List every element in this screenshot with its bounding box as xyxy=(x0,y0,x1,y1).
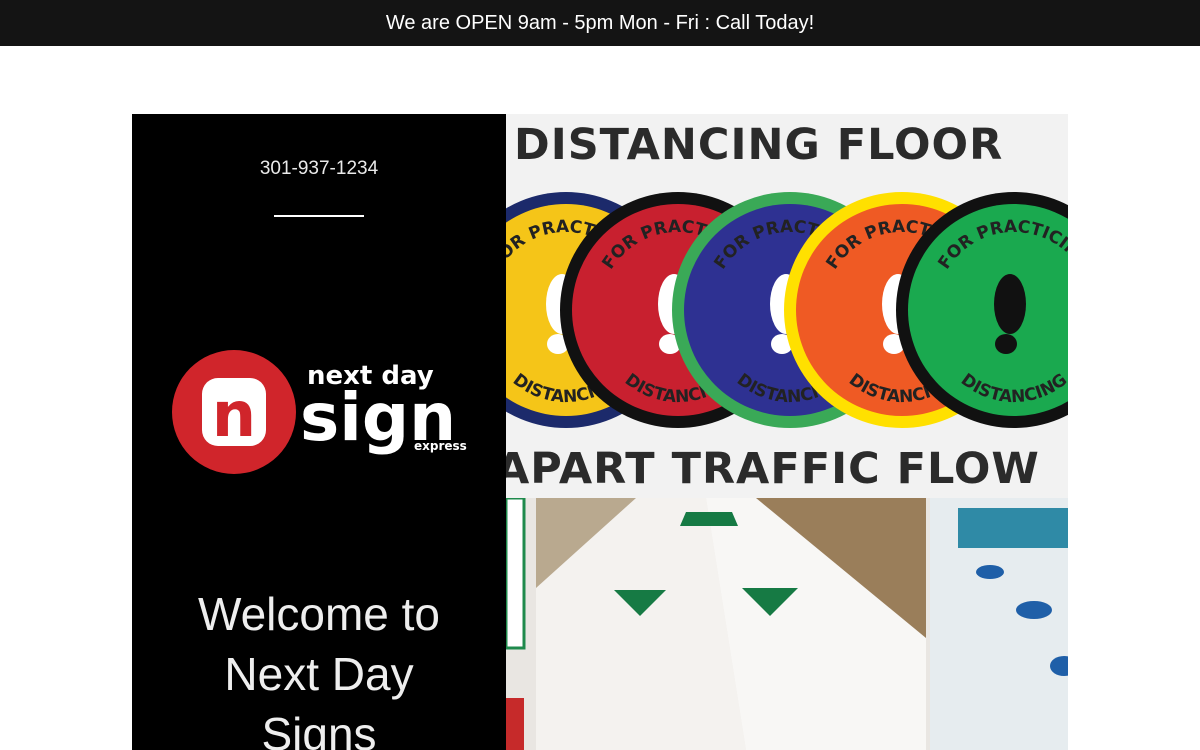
next-day-sign-logo[interactable]: n next day sign express xyxy=(172,348,472,476)
announcement-bar: We are OPEN 9am - 5pm Mon - Fri : Call T… xyxy=(0,0,1200,46)
divider xyxy=(274,215,364,217)
announcement-text: We are OPEN 9am - 5pm Mon - Fri : Call T… xyxy=(385,11,815,34)
image-headline-top: DISTANCING FLOOR xyxy=(514,120,1004,170)
welcome-line-3: Signs xyxy=(261,708,377,750)
store-aisle-photo xyxy=(506,498,1068,750)
logo-line3: express xyxy=(414,439,467,453)
logo-icon-letter: n xyxy=(212,378,256,451)
welcome-line-2: Next Day xyxy=(224,648,414,700)
phone-number-link[interactable]: 301-937-1234 xyxy=(132,158,506,180)
hero-image: DISTANCING FLOOR FOR PRACTICINGDISTANCIN… xyxy=(506,114,1068,750)
hero-left-panel: 301-937-1234 n next day sign express Wel… xyxy=(132,114,506,750)
image-headline-mid: APART TRAFFIC FLOW xyxy=(506,444,1040,494)
welcome-line-1: Welcome to xyxy=(197,588,441,640)
footprint-icon xyxy=(994,274,1026,334)
welcome-heading: Welcome to Next Day Signs xyxy=(132,584,506,750)
footprint-heel-icon xyxy=(995,334,1017,354)
floor-sticker-row: FOR PRACTICINGDISTANCINGFOR PRACTICINGDI… xyxy=(506,192,1068,428)
hero-section: 301-937-1234 n next day sign express Wel… xyxy=(132,114,1068,750)
